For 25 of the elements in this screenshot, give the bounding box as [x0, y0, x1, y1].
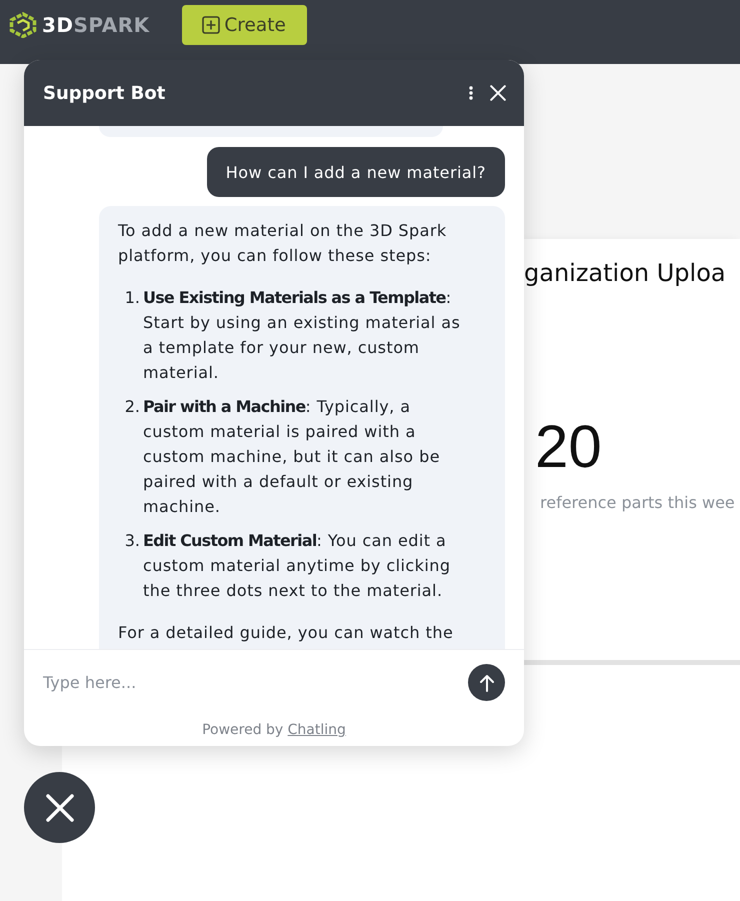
brand-name: 3DSPARK	[42, 13, 150, 37]
list-item-text: Edit Custom Material: You can edit a custom material anytime by clicking the three dots next to the material.	[143, 530, 452, 602]
list-item-text: Use Existing Materials as a Template: Start by using an existing material as a template for your new, custom material.	[143, 287, 462, 384]
message-input[interactable]: Type here...	[43, 670, 458, 695]
list-item-text: Pair with a Machine: Typically, a custom material is paired with a custom machine, but it can also be paired with a default or existing machine.	[143, 396, 441, 518]
list-number: 1.	[124, 287, 140, 309]
close-icon[interactable]	[490, 85, 506, 101]
send-button[interactable]	[468, 664, 505, 701]
message-text: To add a new material on the 3D Spark platform, you can follow these steps:	[118, 220, 448, 267]
chat-title: Support Bot	[43, 82, 166, 104]
powered-by-text: Powered by Chatling	[202, 721, 346, 739]
close-icon	[46, 794, 74, 822]
hexagon-logo-icon	[9, 12, 37, 38]
arrow-up-icon	[478, 674, 494, 692]
more-options-icon[interactable]	[469, 86, 473, 100]
footer-link[interactable]: Chatling	[288, 722, 346, 738]
message-text: For a detailed guide, you can watch the	[118, 622, 454, 644]
list-number: 3.	[124, 530, 140, 552]
list-number: 2.	[124, 396, 140, 418]
create-button[interactable]: Create	[182, 5, 307, 45]
plus-square-icon	[202, 16, 220, 34]
user-message-bubble: How can I add a new material?	[206, 147, 505, 197]
stat-caption: reference parts this wee	[540, 493, 735, 513]
card-title: ganization Uploa	[524, 258, 726, 288]
stat-value: 20	[535, 417, 602, 477]
